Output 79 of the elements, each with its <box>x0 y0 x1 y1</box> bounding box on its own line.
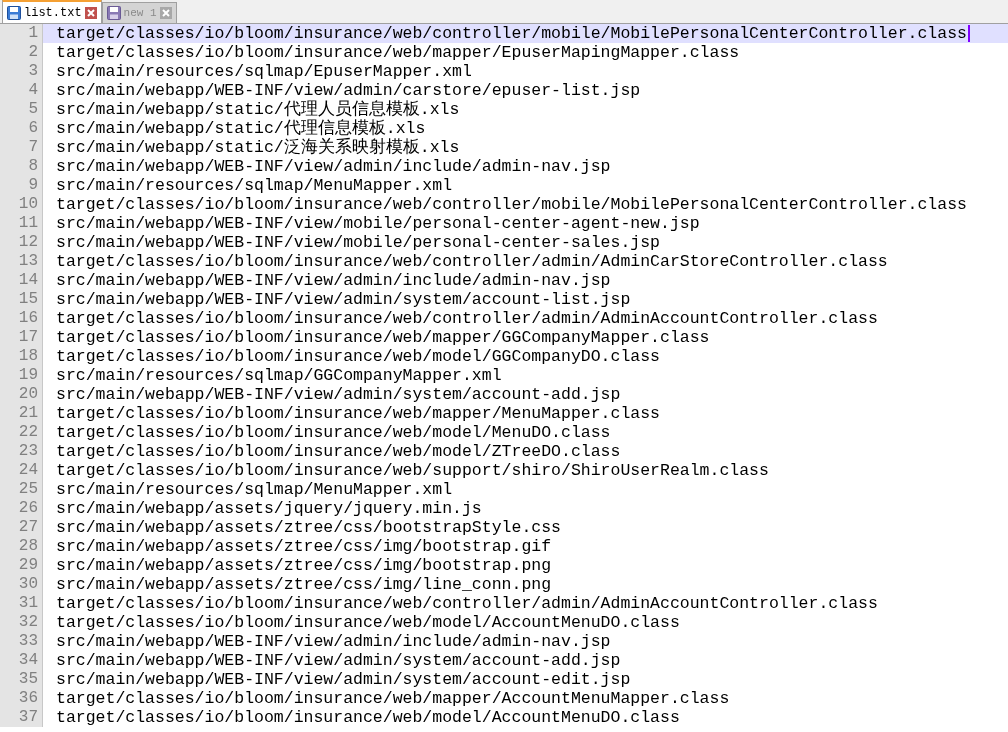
code-line: src/main/webapp/WEB-INF/view/admin/carstore/epuser-list.jsp <box>56 81 641 100</box>
line-number: 36 <box>0 689 43 708</box>
code-line: src/main/webapp/WEB-INF/view/admin/include/admin-nav.jsp <box>56 157 611 176</box>
code-line: target/classes/io/bloom/insurance/web/model/AccountMenuDO.class <box>56 613 680 632</box>
line-number: 21 <box>0 404 43 423</box>
code-line: target/classes/io/bloom/insurance/web/controller/admin/AdminAccountController.class <box>56 594 878 613</box>
line-number: 24 <box>0 461 43 480</box>
code-line: src/main/webapp/assets/ztree/css/img/line_conn.png <box>56 575 552 594</box>
code-line: target/classes/io/bloom/insurance/web/mapper/AccountMenuMapper.class <box>56 689 730 708</box>
code-line: src/main/webapp/static/代理信息模板.xls <box>56 119 426 138</box>
code-line: src/main/webapp/WEB-INF/view/mobile/personal-center-sales.jsp <box>56 233 660 252</box>
line-number: 25 <box>0 480 43 499</box>
line-number: 32 <box>0 613 43 632</box>
line-number: 37 <box>0 708 43 727</box>
line-number: 27 <box>0 518 43 537</box>
code-line: src/main/webapp/WEB-INF/view/admin/system/account-add.jsp <box>56 651 621 670</box>
line-number: 13 <box>0 252 43 271</box>
code-line: target/classes/io/bloom/insurance/web/mapper/EpuserMapingMapper.class <box>56 43 740 62</box>
line-number: 10 <box>0 195 43 214</box>
tab-label: new 1 <box>123 7 157 19</box>
code-line: src/main/webapp/WEB-INF/view/admin/system/account-edit.jsp <box>56 670 631 689</box>
code-line: src/main/webapp/assets/ztree/css/img/bootstrap.gif <box>56 537 552 556</box>
code-line: src/main/webapp/assets/jquery/jquery.min.js <box>56 499 482 518</box>
line-number: 4 <box>0 81 43 100</box>
code-line: src/main/webapp/static/泛海关系映射模板.xls <box>56 138 460 157</box>
code-line: src/main/webapp/static/代理人员信息模板.xls <box>56 100 460 119</box>
line-number: 20 <box>0 385 43 404</box>
code-line: src/main/resources/sqlmap/MenuMapper.xml <box>56 176 453 195</box>
close-icon[interactable] <box>159 7 172 19</box>
code-line: src/main/webapp/WEB-INF/view/admin/include/admin-nav.jsp <box>56 271 611 290</box>
line-number: 5 <box>0 100 43 119</box>
line-number: 1 <box>0 24 43 43</box>
code-line: src/main/webapp/assets/ztree/css/img/bootstrap.png <box>56 556 552 575</box>
close-icon[interactable] <box>84 6 97 19</box>
line-number: 17 <box>0 328 43 347</box>
line-number: 2 <box>0 43 43 62</box>
line-number: 29 <box>0 556 43 575</box>
tab-label: list.txt <box>24 5 82 20</box>
code-line: target/classes/io/bloom/insurance/web/controller/admin/AdminAccountController.class <box>56 309 878 328</box>
code-line: target/classes/io/bloom/insurance/web/mapper/MenuMapper.class <box>56 404 660 423</box>
line-number: 30 <box>0 575 43 594</box>
line-number: 9 <box>0 176 43 195</box>
code-line: target/classes/io/bloom/insurance/web/support/shiro/ShiroUserRealm.class <box>56 461 769 480</box>
line-number: 18 <box>0 347 43 366</box>
line-number: 11 <box>0 214 43 233</box>
line-number: 3 <box>0 62 43 81</box>
line-number: 12 <box>0 233 43 252</box>
code-line: src/main/resources/sqlmap/MenuMapper.xml <box>56 480 453 499</box>
code-line: target/classes/io/bloom/insurance/web/model/GGCompanyDO.class <box>56 347 660 366</box>
line-number: 16 <box>0 309 43 328</box>
line-number: 23 <box>0 442 43 461</box>
line-number: 6 <box>0 119 43 138</box>
file-tab[interactable]: list.txt <box>2 0 102 23</box>
code-line: src/main/resources/sqlmap/EpuserMapper.xml <box>56 62 472 81</box>
code-line: target/classes/io/bloom/insurance/web/model/ZTreeDO.class <box>56 442 621 461</box>
line-number: 7 <box>0 138 43 157</box>
code-line: target/classes/io/bloom/insurance/web/mapper/GGCompanyMapper.class <box>56 328 710 347</box>
code-line: target/classes/io/bloom/insurance/web/controller/admin/AdminCarStoreController.class <box>56 252 888 271</box>
line-number: 34 <box>0 651 43 670</box>
code-line: target/classes/io/bloom/insurance/web/model/AccountMenuDO.class <box>56 708 680 727</box>
code-line: target/classes/io/bloom/insurance/web/model/MenuDO.class <box>56 423 611 442</box>
code-line: src/main/webapp/WEB-INF/view/admin/system/account-add.jsp <box>56 385 621 404</box>
line-number: 33 <box>0 632 43 651</box>
line-number: 19 <box>0 366 43 385</box>
line-number: 8 <box>0 157 43 176</box>
line-number: 14 <box>0 271 43 290</box>
code-line: src/main/webapp/assets/ztree/css/bootstrapStyle.css <box>56 518 561 537</box>
line-number: 26 <box>0 499 43 518</box>
text-caret <box>967 25 970 42</box>
code-line: src/main/webapp/WEB-INF/view/mobile/personal-center-agent-new.jsp <box>56 214 700 233</box>
line-number: 35 <box>0 670 43 689</box>
line-number: 28 <box>0 537 43 556</box>
line-number: 22 <box>0 423 43 442</box>
code-line: src/main/webapp/WEB-INF/view/admin/system/account-list.jsp <box>56 290 631 309</box>
code-line: src/main/webapp/WEB-INF/view/admin/include/admin-nav.jsp <box>56 632 611 651</box>
line-number: 31 <box>0 594 43 613</box>
code-line: src/main/resources/sqlmap/GGCompanyMapper.xml <box>56 366 502 385</box>
line-number: 15 <box>0 290 43 309</box>
code-line: target/classes/io/bloom/insurance/web/controller/mobile/MobilePersonalCenterController.class <box>56 195 967 214</box>
